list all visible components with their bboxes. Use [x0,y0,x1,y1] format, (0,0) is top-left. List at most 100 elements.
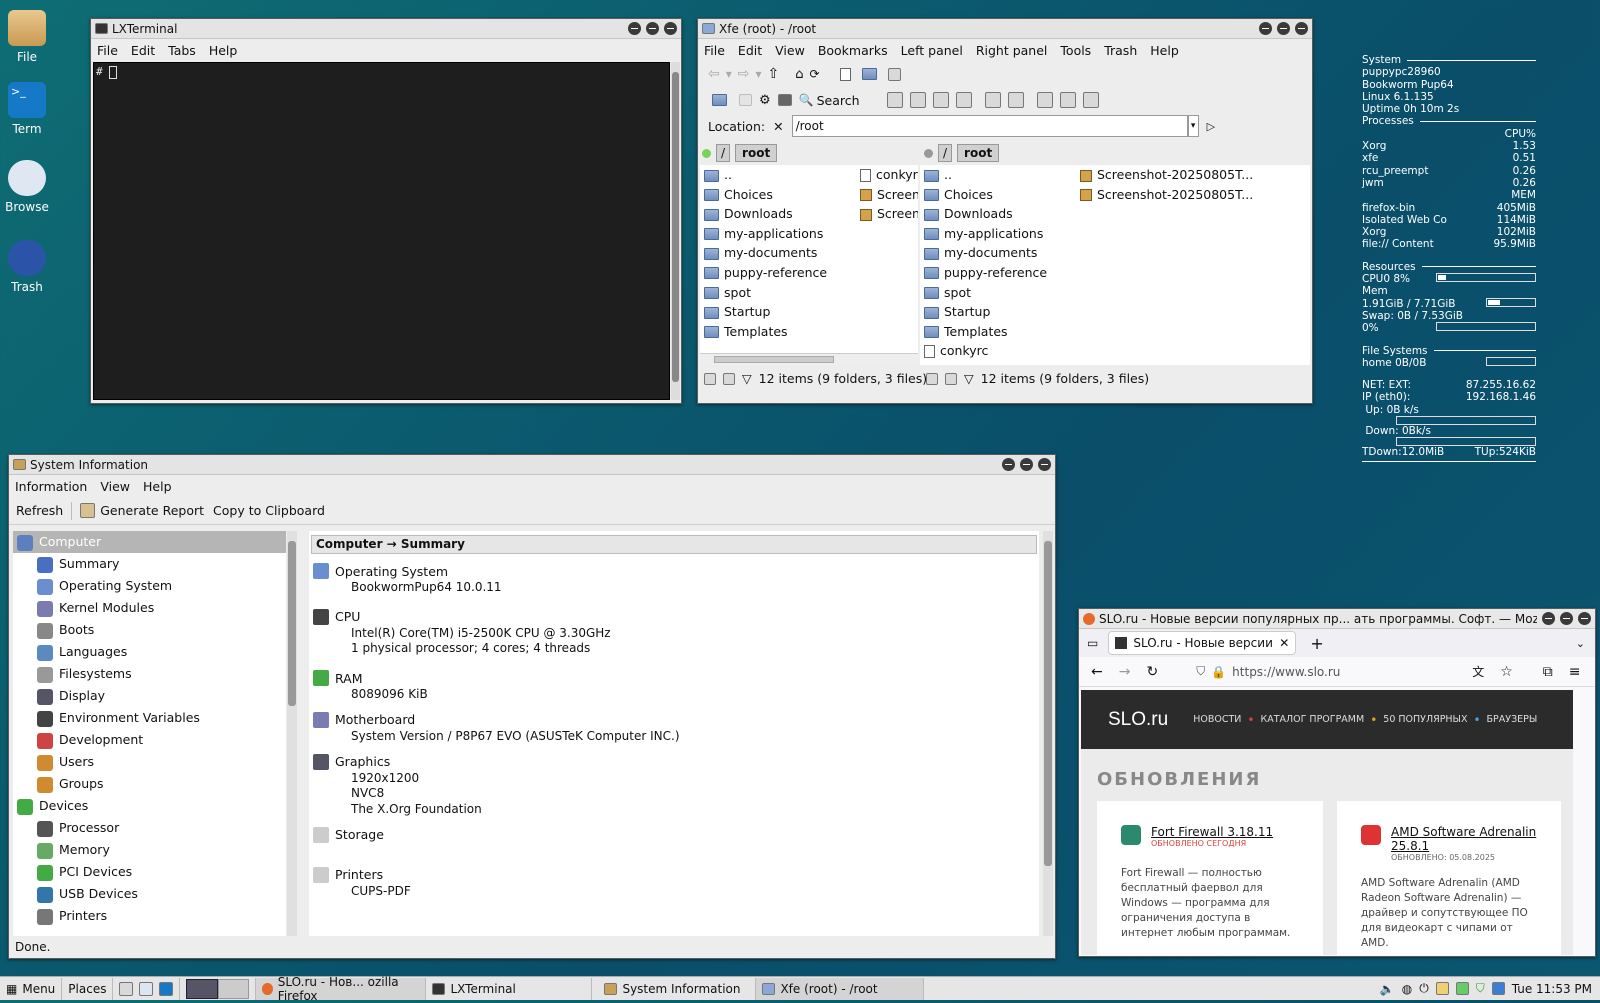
icon-view-icon[interactable] [1059,92,1076,108]
back-icon[interactable]: ← [1091,664,1103,680]
file-list-item[interactable]: Startup [924,302,1047,322]
card-title[interactable]: Fort Firewall 3.18.11 [1151,825,1273,839]
file-manager-icon[interactable] [119,981,134,996]
tree-item[interactable]: PCI Devices [13,861,286,883]
panel-layout-icon[interactable] [932,92,949,108]
clear-location-icon[interactable]: ✕ [773,119,783,134]
location-input[interactable]: /root [791,115,1188,137]
file-list-item[interactable]: Templates [924,322,1047,342]
detail-scrollbar[interactable] [1043,531,1053,936]
panel-layout-icon[interactable] [886,92,903,108]
nav-popular[interactable]: 50 ПОПУЛЯРНЫХ [1383,714,1467,725]
back-history-icon[interactable]: ▾ [726,67,732,81]
detail-view-icon[interactable] [1082,92,1099,108]
close-button[interactable] [1295,22,1308,35]
file-list-item[interactable]: Screenshot-20250805T... [1080,185,1253,205]
panel-layout-icon[interactable] [984,92,1001,108]
tree-item[interactable]: Filesystems [13,663,286,685]
minimize-button[interactable] [1542,612,1555,625]
menu-edit[interactable]: Edit [738,43,762,58]
updates-icon[interactable] [1435,982,1449,995]
tree-item[interactable]: Kernel Modules [13,597,286,619]
places-button[interactable]: Places [62,977,114,1000]
maximize-button[interactable] [646,22,659,35]
file-list-item[interactable]: .. [924,165,1047,185]
tree-item[interactable]: Users [13,751,286,773]
file-list-item[interactable]: .. [704,165,827,185]
terminal-output[interactable]: # [93,62,670,400]
file-list-item[interactable]: puppy-reference [924,263,1047,283]
panel-layout-icon[interactable] [909,92,926,108]
right-file-list[interactable]: .. Choices Downloads my-applications my-docu… [920,165,1310,365]
title-bar[interactable]: SLO.ru - Новые версии популярных пр... а… [1079,609,1595,629]
desktop-icon[interactable] [1491,982,1505,995]
new-file-icon[interactable] [839,67,851,81]
maximize-button[interactable] [1277,22,1290,35]
forward-icon[interactable]: → [1119,664,1131,680]
file-list-item[interactable]: Screens [860,185,918,205]
close-button[interactable] [664,22,677,35]
search-button[interactable]: 🔍 Search [799,93,860,108]
generate-report-button[interactable]: Generate Report [100,503,204,518]
desktop-icon-term[interactable]: >_ Term [0,82,54,136]
new-tab-icon[interactable]: + [1310,634,1323,653]
file-list-item[interactable]: my-applications [924,224,1047,244]
update-card[interactable]: AMD Software Adrenalin 25.8.1 ОБНОВЛЕНО: … [1337,801,1561,955]
title-bar[interactable]: LXTerminal [91,19,681,39]
up-icon[interactable]: ⇧ [768,66,780,82]
file-list-item[interactable]: Choices [924,185,1047,205]
menu-view[interactable]: View [775,43,805,58]
terminal-scrollbar[interactable] [671,62,680,400]
thumbnails-icon[interactable] [723,372,735,385]
tree-item[interactable]: Devices [13,795,286,817]
file-list-item[interactable]: my-applications [704,224,827,244]
file-list-item[interactable]: puppy-reference [704,263,827,283]
breadcrumb-root-dir[interactable]: root [957,144,1000,162]
power-icon[interactable]: ⏻ [1419,981,1429,996]
panel-layout-icon[interactable] [955,92,972,108]
file-list-item[interactable]: Downloads [924,204,1047,224]
tree-item[interactable]: Development [13,729,286,751]
maximize-button[interactable] [1020,458,1033,471]
file-list-item[interactable]: Downloads [704,204,827,224]
tree-item[interactable]: Summary [13,553,286,575]
menu-help[interactable]: Help [1150,43,1179,58]
gear-icon[interactable]: ⚙ [759,93,771,108]
close-button[interactable] [1578,612,1591,625]
minimize-button[interactable] [1002,458,1015,471]
start-menu-button[interactable]: ▦ Menu [0,977,63,1000]
nav-news[interactable]: НОВОСТИ [1193,714,1241,725]
tree-item[interactable]: Computer [13,531,286,553]
left-hscrollbar[interactable] [700,353,918,365]
tree-item[interactable]: Languages [13,641,286,663]
volume-icon[interactable]: 🔈 [1380,982,1395,996]
hidden-files-icon[interactable] [704,372,716,385]
file-list-item[interactable]: conkyrc [860,165,918,185]
panel-layout-icon[interactable] [1007,92,1024,108]
tree-item[interactable]: Processor [13,817,286,839]
left-file-list[interactable]: .. Choices Downloads my-applications my-docu… [700,165,918,365]
file-list-item[interactable]: conkyrc [924,341,1047,361]
breadcrumb-root[interactable]: / [716,144,731,162]
storage-icon[interactable] [1455,982,1469,995]
tree-item[interactable]: Boots [13,619,286,641]
site-logo[interactable]: SLO.ru [1108,709,1168,731]
update-card[interactable]: Fort Firewall 3.18.11 ОБНОВЛЕНО СЕГОДНЯ F… [1097,801,1323,955]
menu-help[interactable]: Help [143,479,172,494]
hidden-files-icon[interactable] [926,372,938,385]
tree-item[interactable]: Operating System [13,575,286,597]
clock[interactable]: Tue 11:53 PM [1512,982,1592,996]
reload-icon[interactable]: ↻ [1146,664,1158,680]
task-terminal[interactable]: LXTerminal [426,977,593,1000]
tab-list-icon[interactable]: ▭ [1087,636,1098,650]
app-menu-icon[interactable]: ≡ [1569,664,1581,680]
active-tab[interactable]: SLO.ru - Новые версии по ✕ [1108,631,1297,655]
tree-scrollbar[interactable] [287,531,297,936]
browser-icon[interactable] [139,981,154,996]
menu-bookmarks[interactable]: Bookmarks [818,43,888,58]
filter-icon[interactable]: ▽ [964,371,974,386]
menu-trash[interactable]: Trash [1104,43,1137,58]
url-bar[interactable]: ⛉ 🔒 https://www.slo.ru [1196,664,1456,679]
file-list-item[interactable]: Choices [704,185,827,205]
menu-view[interactable]: View [100,479,130,494]
